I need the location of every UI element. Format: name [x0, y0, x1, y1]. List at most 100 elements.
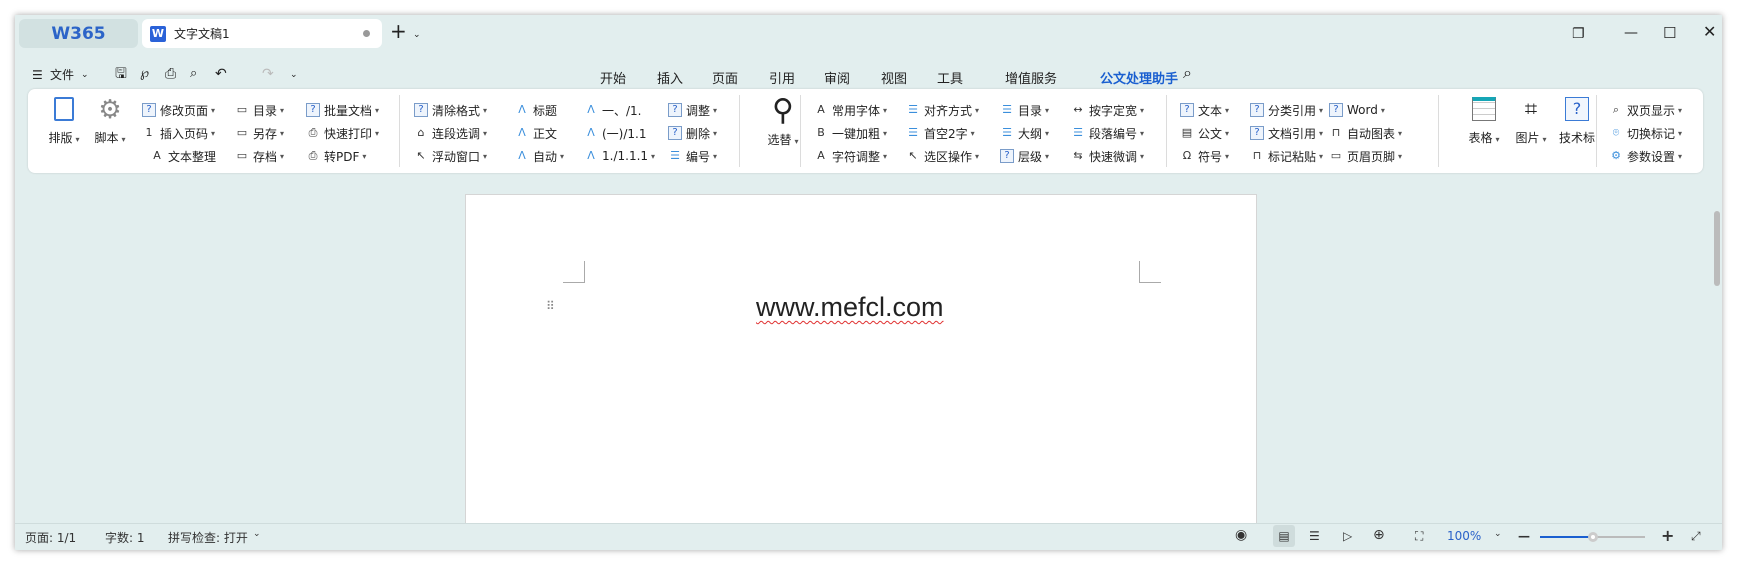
play-icon[interactable]: ▷ [1343, 529, 1352, 543]
ribbon-item[interactable]: ⌂ 连段选调 ▾ [414, 124, 488, 142]
ribbon-item[interactable]: ⊓ 自动图表 ▾ [1329, 124, 1402, 142]
zoom-out-button[interactable]: — [1518, 529, 1530, 543]
page-view-icon[interactable]: ▤ [1273, 525, 1295, 547]
dropdown-arrow-icon[interactable]: ▾ [1398, 152, 1402, 161]
paragraph-drag-handle[interactable]: ⠿ [546, 299, 555, 313]
menu-tab[interactable]: 引用 [769, 68, 795, 87]
ribbon-item[interactable]: ↔ 按字定宽 ▾ [1071, 101, 1144, 119]
menu-tab[interactable]: 工具 [937, 68, 963, 87]
web-view-globe-icon[interactable]: ⊕ [1373, 527, 1385, 543]
ribbon-item[interactable]: ? 调整 ▾ [668, 101, 717, 119]
dropdown-arrow-icon[interactable]: ▾ [483, 129, 487, 138]
dropdown-arrow-icon[interactable]: ▾ [280, 152, 284, 161]
zoom-in-button[interactable]: + [1661, 526, 1674, 545]
xuanti-button[interactable]: ⚲ 选替 ▾ [761, 95, 805, 148]
eye-icon[interactable]: ◉ [1235, 527, 1247, 543]
search-icon[interactable]: ⌕ [1183, 65, 1192, 81]
ribbon-item[interactable]: Ʌ 正文 [515, 124, 557, 142]
ribbon-item[interactable]: ☰ 编号 ▾ [668, 147, 717, 165]
dropdown-arrow-icon[interactable]: ▾ [1140, 129, 1144, 138]
print-icon[interactable]: ⎙ [165, 66, 176, 82]
dropdown-arrow-icon[interactable]: ▾ [713, 106, 717, 115]
ribbon-item[interactable]: Ʌ 自动 ▾ [515, 147, 564, 165]
dropdown-arrow-icon[interactable]: ▾ [1381, 106, 1385, 115]
dropdown-arrow-icon[interactable]: ▾ [883, 129, 887, 138]
fullscreen-icon[interactable]: ⤢ [1691, 529, 1701, 544]
close-button[interactable]: ✕ [1703, 24, 1716, 40]
ribbon-item[interactable]: Ω 符号 ▾ [1180, 147, 1229, 165]
dropdown-arrow-icon[interactable]: ▾ [883, 152, 887, 161]
dropdown-arrow-icon[interactable]: ▾ [971, 129, 975, 138]
ribbon-item[interactable]: ☰ 目录 ▾ [1000, 101, 1049, 119]
hamburger-icon[interactable]: ☰ [32, 67, 43, 83]
ribbon-item[interactable]: ⚙ 参数设置 ▾ [1609, 147, 1682, 165]
menu-tab[interactable]: 审阅 [824, 68, 850, 87]
picture-button[interactable]: ⌗ 图片 ▾ [1509, 97, 1553, 146]
ribbon-item[interactable]: ▭ 存档 ▾ [235, 147, 284, 165]
dropdown-arrow-icon[interactable]: ▾ [651, 152, 655, 161]
zoom-dropdown-icon[interactable]: ⌄ [1494, 529, 1502, 539]
ribbon-item[interactable]: ⎙ 快速打印 ▾ [306, 124, 379, 142]
ribbon-item[interactable]: 1 插入页码 ▾ [142, 124, 216, 142]
dropdown-arrow-icon[interactable]: ▾ [362, 152, 366, 161]
minimize-button[interactable]: — [1624, 25, 1638, 41]
dropdown-arrow-icon[interactable]: ▾ [1678, 152, 1682, 161]
home-tab[interactable]: W365 [19, 19, 138, 48]
dropdown-arrow-icon[interactable]: ▾ [280, 106, 284, 115]
ribbon-item[interactable]: Ʌ 1./1.1.1 ▾ [584, 147, 655, 165]
dropdown-arrow-icon[interactable]: ▾ [375, 129, 379, 138]
dropdown-arrow-icon[interactable]: ▾ [975, 106, 979, 115]
save-icon[interactable]: 🖫 [115, 66, 127, 82]
ribbon-item[interactable]: ☰ 段落编号 ▾ [1071, 124, 1144, 142]
dropdown-arrow-icon[interactable]: ▾ [1678, 129, 1682, 138]
dropdown-arrow-icon[interactable]: ▾ [211, 129, 215, 138]
vertical-scrollbar[interactable] [1714, 181, 1720, 521]
ribbon-item[interactable]: ? 清除格式 ▾ [414, 101, 487, 119]
ribbon-item[interactable]: B 一键加粗 ▾ [814, 124, 887, 142]
dropdown-arrow-icon[interactable]: ▾ [211, 106, 215, 115]
restore-window-icon[interactable]: ❐ [1572, 26, 1585, 42]
dropdown-arrow-icon[interactable]: ▾ [1225, 129, 1229, 138]
file-menu[interactable]: 文件 [50, 67, 74, 83]
dropdown-arrow-icon[interactable]: ▾ [375, 106, 379, 115]
ribbon-item[interactable]: ↖ 选区操作 ▾ [906, 147, 979, 165]
ribbon-item[interactable]: A 字符调整 ▾ [814, 147, 887, 165]
dropdown-arrow-icon[interactable]: ▾ [883, 106, 887, 115]
spell-check-toggle[interactable]: 拼写检查: 打开 [168, 529, 248, 546]
menu-tab[interactable]: 开始 [600, 68, 626, 87]
dropdown-arrow-icon[interactable]: ▾ [1398, 129, 1402, 138]
dropdown-arrow-icon[interactable]: ▾ [1045, 129, 1049, 138]
dropdown-arrow-icon[interactable]: ▾ [713, 129, 717, 138]
outline-view-icon[interactable]: ☰ [1309, 529, 1320, 543]
quick-access-more-icon[interactable]: ⌄ [290, 67, 298, 83]
dropdown-arrow-icon[interactable]: ▾ [1140, 106, 1144, 115]
page-count[interactable]: 页面: 1/1 [25, 529, 76, 546]
table-button[interactable]: 表格 ▾ [1462, 97, 1506, 146]
ribbon-item[interactable]: ? Word ▾ [1329, 101, 1385, 119]
ribbon-item[interactable]: ⌕ 双页显示 ▾ [1609, 101, 1682, 119]
dropdown-arrow-icon[interactable]: ▾ [1140, 152, 1144, 161]
ribbon-item[interactable]: ▭ 页眉页脚 ▾ [1329, 147, 1402, 165]
ribbon-item[interactable]: ⊓ 标记粘贴 ▾ [1250, 147, 1323, 165]
fit-page-icon[interactable]: ⛶ [1415, 529, 1423, 544]
ribbon-item[interactable]: ? 修改页面 ▾ [142, 101, 215, 119]
document-tab[interactable]: W 文字文稿1 [142, 19, 382, 48]
format-painter-icon[interactable]: ℘ [140, 66, 149, 82]
dropdown-arrow-icon[interactable]: ▾ [1319, 152, 1323, 161]
menu-tab[interactable]: 页面 [712, 68, 738, 87]
dropdown-arrow-icon[interactable]: ▾ [1045, 152, 1049, 161]
ribbon-item[interactable]: ? 批量文档 ▾ [306, 101, 379, 119]
print-preview-icon[interactable]: ⌕ [190, 66, 197, 82]
ribbon-item[interactable]: ▤ 公文 ▾ [1180, 124, 1229, 142]
scrollbar-thumb[interactable] [1714, 211, 1720, 286]
ribbon-item[interactable]: A 常用字体 ▾ [814, 101, 887, 119]
ribbon-item[interactable]: ☰ 对齐方式 ▾ [906, 101, 979, 119]
dropdown-arrow-icon[interactable]: ▾ [280, 129, 284, 138]
tech-bid-button[interactable]: ? 技术标 [1553, 97, 1601, 146]
menu-tab[interactable]: 增值服务 [1005, 68, 1057, 87]
new-tab-dropdown-icon[interactable]: ⌄ [413, 27, 421, 43]
ribbon-item[interactable]: ▭ 另存 ▾ [235, 124, 284, 142]
ribbon-item[interactable]: ☰ 大纲 ▾ [1000, 124, 1049, 142]
dropdown-arrow-icon[interactable]: ▾ [1225, 152, 1229, 161]
ribbon-item[interactable]: Ʌ (一)/1.1 [584, 124, 646, 142]
